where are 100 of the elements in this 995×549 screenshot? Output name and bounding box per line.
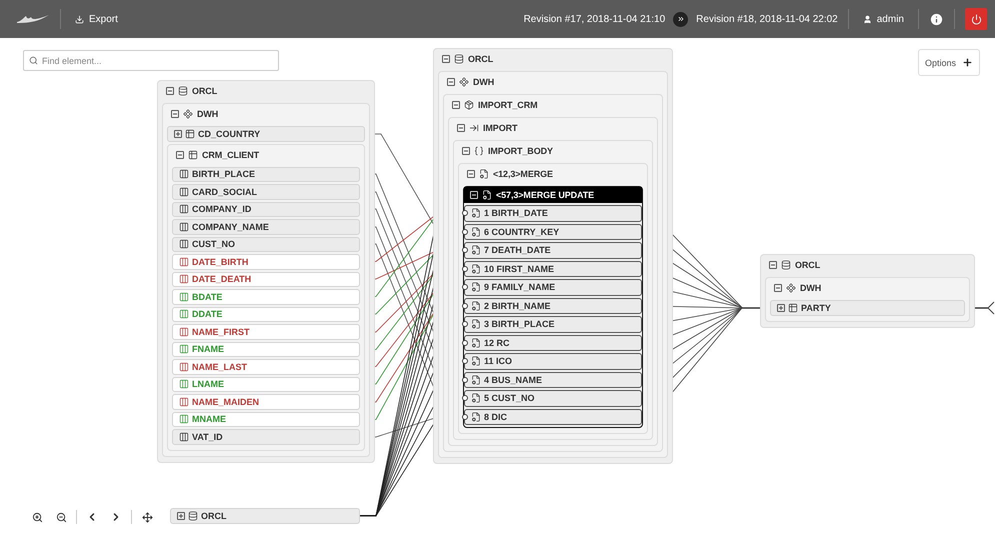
port-icon <box>462 284 468 290</box>
info-icon <box>929 12 944 26</box>
collapse-button[interactable] <box>176 150 184 158</box>
file-gear-icon <box>471 245 481 256</box>
move-icon <box>142 512 152 522</box>
column-icon <box>179 256 189 267</box>
node-row[interactable]: PARTY <box>770 300 965 316</box>
chevrons-icon <box>676 15 685 23</box>
collapse-button[interactable] <box>166 87 174 95</box>
collapse-button[interactable] <box>171 110 179 118</box>
minus-icon <box>468 171 474 177</box>
column-row[interactable]: 5 CUST_NO <box>464 390 642 406</box>
column-row[interactable]: 7 DEATH_DATE <box>464 242 642 258</box>
column-row[interactable]: 1 BIRTH_DATE <box>464 205 642 222</box>
column-icon <box>179 204 189 214</box>
user-button[interactable]: admin <box>858 14 908 24</box>
column-row[interactable]: 2 BIRTH_NAME <box>464 298 642 314</box>
minus-icon <box>172 111 178 117</box>
file-gear-icon <box>471 226 481 237</box>
database-icon <box>178 86 188 96</box>
options-button[interactable]: Options <box>918 49 980 76</box>
column-row[interactable]: FNAME <box>172 342 360 357</box>
column-icon <box>179 186 189 197</box>
collapse-button[interactable] <box>442 55 450 63</box>
user-icon <box>862 14 872 24</box>
column-row[interactable]: 6 COUNTRY_KEY <box>464 224 642 240</box>
download-icon <box>75 14 84 24</box>
minus-icon <box>453 102 459 108</box>
column-row[interactable]: VAT_ID <box>172 429 360 444</box>
column-row[interactable]: 8 DIC <box>464 408 642 425</box>
package-icon <box>464 100 474 110</box>
compare-button[interactable] <box>673 12 688 26</box>
port-icon <box>462 358 468 364</box>
minus-icon <box>458 125 464 131</box>
arrow-icon <box>469 123 479 133</box>
port-icon <box>462 228 468 235</box>
logo-icon <box>16 14 50 24</box>
node-label: DWH <box>800 283 822 293</box>
column-row[interactable]: COMPANY_NAME <box>172 219 360 234</box>
collapse-button[interactable] <box>457 124 465 132</box>
export-button[interactable]: Export <box>71 14 122 24</box>
power-button[interactable] <box>965 8 987 30</box>
column-row[interactable]: CUST_NO <box>172 236 360 252</box>
file-gear-icon <box>471 264 481 274</box>
column-row[interactable]: LNAME <box>172 376 360 392</box>
column-row[interactable]: 4 BUS_NAME <box>464 372 642 388</box>
column-icon <box>179 309 189 320</box>
collapse-button[interactable] <box>462 147 470 155</box>
collapse-button[interactable] <box>774 284 782 292</box>
minus-icon <box>775 285 781 291</box>
column-row[interactable]: CARD_SOCIAL <box>172 184 360 200</box>
column-row[interactable]: 9 FAMILY_NAME <box>464 279 642 296</box>
column-row[interactable]: DATE_BIRTH <box>172 254 360 270</box>
port-icon <box>462 266 468 272</box>
minus-icon <box>167 88 173 94</box>
column-row[interactable]: MNAME <box>172 412 360 427</box>
expand-button[interactable] <box>177 512 185 520</box>
column-row[interactable]: NAME_LAST <box>172 359 360 374</box>
search-field[interactable]: Find element... <box>23 50 279 71</box>
column-row[interactable]: NAME_FIRST <box>172 324 360 340</box>
column-row[interactable]: BDATE <box>172 289 360 304</box>
collapse-button[interactable] <box>452 101 460 109</box>
expand-button[interactable] <box>174 130 182 138</box>
column-row[interactable]: BIRTH_PLACE <box>172 166 360 182</box>
collapse-button[interactable] <box>769 261 777 269</box>
power-icon <box>970 14 982 24</box>
minus-icon <box>448 79 454 85</box>
collapse-button[interactable] <box>467 170 475 178</box>
node-row[interactable]: CD_COUNTRY <box>167 126 365 142</box>
column-icon <box>179 396 189 407</box>
column-row[interactable]: NAME_MAIDEN <box>172 394 360 410</box>
node-label: DWH <box>473 77 494 87</box>
node-row[interactable]: ORCL <box>170 508 360 524</box>
file-gear-icon <box>471 208 481 218</box>
file-gear-icon <box>479 169 489 179</box>
file-gear-icon <box>482 190 492 200</box>
column-icon <box>179 292 189 302</box>
column-row[interactable]: DDATE <box>172 306 360 322</box>
column-row[interactable]: COMPANY_ID <box>172 202 360 217</box>
info-button[interactable] <box>929 12 944 26</box>
column-row[interactable]: 10 FIRST_NAME <box>464 260 642 277</box>
collapse-button[interactable] <box>447 78 455 86</box>
column-icon <box>179 169 189 180</box>
file-gear-icon <box>471 393 481 404</box>
column-row[interactable]: 11 ICO <box>464 353 642 370</box>
expand-button[interactable] <box>777 304 785 312</box>
node-label: <12,3>MERGE <box>493 169 553 179</box>
table-icon <box>788 302 798 313</box>
database-icon <box>781 260 791 270</box>
port-icon <box>462 321 468 328</box>
column-icon <box>179 274 189 284</box>
table-icon <box>185 128 195 139</box>
column-row[interactable]: DATE_DEATH <box>172 272 360 287</box>
column-row[interactable]: 12 RC <box>464 334 642 351</box>
column-icon <box>179 222 189 232</box>
column-row[interactable]: 3 BIRTH_PLACE <box>464 316 642 332</box>
file-gear-icon <box>471 338 481 348</box>
port-icon <box>462 302 468 309</box>
zoom-in-icon <box>32 512 42 522</box>
column-icon <box>179 379 189 390</box>
